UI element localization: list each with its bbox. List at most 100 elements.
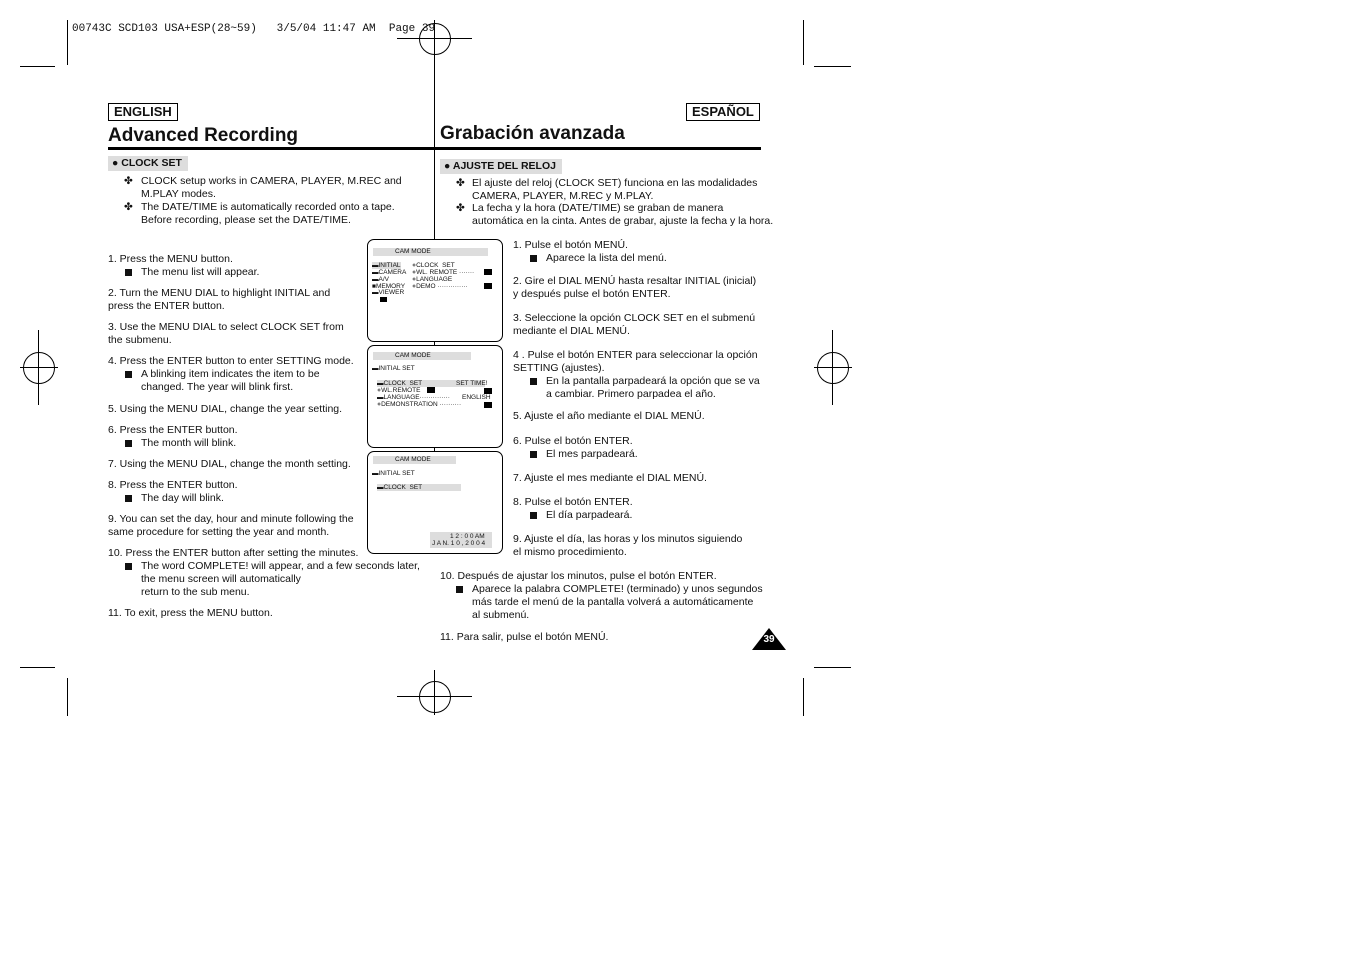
- demo-icon: [484, 283, 492, 289]
- step-1: 1. Press the MENU button.: [108, 253, 233, 265]
- screen-clock-set: CAM MODE ▬INITIAL SET ▬CLOCK SET 1 2 : 0…: [367, 451, 503, 554]
- step-11: 11. To exit, press the MENU button.: [108, 607, 273, 619]
- crop-mark: [814, 667, 851, 668]
- screen-initial-set: CAM MODE ▬INITIAL SET ▬CLOCK SET SET TIM…: [367, 345, 503, 448]
- english-note-2-text: The DATE/TIME is automatically recorded …: [141, 201, 395, 226]
- screen-cam-mode-menu: CAM MODE ▬INITIAL ▬CAMERA ▬A/V ■MEMORY ▬…: [367, 239, 503, 342]
- step-note-text: A blinking item indicates the item to be…: [141, 368, 320, 393]
- step-11: 11. Para salir, pulse el botón MENÚ.: [440, 631, 609, 643]
- menu-wl-remote: ⋄WL. REMOTE ·······: [412, 269, 475, 276]
- tape-icon: [380, 297, 387, 302]
- step-3: 3. Seleccione la opción CLOCK SET en el …: [513, 312, 756, 337]
- step-6-note: The month will blink.: [125, 437, 237, 450]
- wl-remote-state-icon: [484, 388, 492, 394]
- english-note-1: ✤: [124, 175, 133, 187]
- registration-mark: [23, 352, 55, 384]
- spanish-section-heading: ● AJUSTE DEL RELOJ: [440, 159, 562, 174]
- menu-language: ⋄LANGUAGE: [412, 276, 453, 283]
- clock-set-value: SET TIME!: [456, 380, 488, 387]
- step-7: 7. Ajuste el mes mediante el DIAL MENÚ.: [513, 472, 707, 484]
- english-note-2: ✤: [124, 201, 133, 213]
- spanish-note-2: ✤: [456, 202, 465, 214]
- step-10-note: The word COMPLETE! will appear, and a fe…: [125, 560, 420, 599]
- step-1-note: Aparece la lista del menú.: [530, 252, 667, 265]
- step-5: 5. Ajuste el año mediante el DIAL MENÚ.: [513, 410, 705, 422]
- time-display: 1 2 : 0 0 AM: [450, 533, 485, 540]
- step-4: 4 . Pulse el botón ENTER para selecciona…: [513, 349, 758, 374]
- menu-clock-set: ⋄CLOCK SET: [412, 262, 455, 269]
- manual-page: 00743C SCD103 USA+ESP(28~59) 3/5/04 11:4…: [0, 0, 1351, 954]
- step-note-text: The day will blink.: [141, 492, 224, 504]
- wl-remote-icon: [427, 387, 435, 393]
- language-row: ▬LANGUAGE··············: [377, 394, 450, 401]
- step-5: 5. Using the MENU DIAL, change the year …: [108, 403, 343, 415]
- step-2: 2. Gire el DIAL MENÚ hasta resaltar INIT…: [513, 275, 757, 300]
- bullet-square-icon: [125, 563, 132, 570]
- bullet-square-icon: [530, 378, 537, 385]
- step-9: 9. Ajuste el día, las horas y los minuto…: [513, 533, 743, 558]
- step-note-text: The word COMPLETE! will appear, and a fe…: [141, 560, 420, 598]
- demo-state-icon: [484, 402, 492, 408]
- crop-mark: [67, 20, 68, 65]
- registration-mark: [419, 23, 451, 55]
- print-slug: 00743C SCD103 USA+ESP(28~59) 3/5/04 11:4…: [72, 23, 436, 35]
- bullet-square-icon: [125, 440, 132, 447]
- step-8-note: El día parpadeará.: [530, 509, 632, 522]
- step-7: 7. Using the MENU DIAL, change the month…: [108, 458, 351, 470]
- crop-mark: [67, 678, 68, 716]
- page-number: 39: [763, 634, 775, 645]
- center-line: [434, 20, 435, 255]
- step-note-text: The menu list will appear.: [141, 266, 260, 278]
- spanish-note-1: ✤: [456, 177, 465, 189]
- date-display: J A N. 1 0 , 2 0 0 4: [432, 540, 486, 547]
- registration-mark: [419, 681, 451, 713]
- english-label: ENGLISH: [108, 103, 178, 121]
- step-8: 8. Pulse el botón ENTER.: [513, 496, 633, 508]
- wl-remote-icon: [484, 269, 492, 275]
- menu-av: ▬A/V: [372, 276, 389, 283]
- bullet-square-icon: [456, 586, 463, 593]
- step-8: 8. Press the ENTER button.: [108, 479, 238, 491]
- spanish-label: ESPAÑOL: [686, 103, 760, 121]
- language-value: ENGLISH: [462, 394, 491, 401]
- clock-set-row: ▬CLOCK SET: [377, 484, 461, 491]
- spanish-title: Grabación avanzada: [440, 123, 625, 144]
- step-2: 2. Turn the MENU DIAL to highlight INITI…: [108, 287, 331, 312]
- step-4-note: A blinking item indicates the item to be…: [125, 368, 320, 394]
- step-6: 6. Pulse el botón ENTER.: [513, 435, 633, 447]
- step-3: 3. Use the MENU DIAL to select CLOCK SET…: [108, 321, 344, 346]
- screen-header: CAM MODE: [373, 352, 471, 360]
- bullet-square-icon: [125, 371, 132, 378]
- wl-remote-row: ⋄WL.REMOTE: [377, 387, 421, 394]
- bullet-square-icon: [530, 451, 537, 458]
- english-note-1-text: CLOCK setup works in CAMERA, PLAYER, M.R…: [141, 175, 402, 200]
- step-4-note: En la pantalla parpadeará la opción que …: [530, 375, 760, 401]
- demonstration-row: ⋄DEMONSTRATION ··········: [377, 401, 462, 408]
- screen-header: CAM MODE: [373, 248, 488, 256]
- screen-header: CAM MODE: [373, 456, 456, 464]
- bullet-square-icon: [530, 255, 537, 262]
- bullet-square-icon: [530, 512, 537, 519]
- step-note-text: Aparece la lista del menú.: [546, 252, 667, 264]
- english-section-heading: ● CLOCK SET: [108, 156, 188, 171]
- step-note-text: Aparece la palabra COMPLETE! (terminado)…: [472, 583, 763, 621]
- bullet-square-icon: [125, 269, 132, 276]
- initial-set-label: ▬INITIAL SET: [372, 470, 415, 477]
- step-10: 10. Después de ajustar los minutos, puls…: [440, 570, 717, 582]
- step-note-text: The month will blink.: [141, 437, 237, 449]
- english-title: Advanced Recording: [108, 125, 299, 146]
- step-note-text: El mes parpadeará.: [546, 448, 638, 460]
- crop-mark: [20, 667, 55, 668]
- step-1: 1. Pulse el botón MENÚ.: [513, 239, 628, 251]
- step-10-note: Aparece la palabra COMPLETE! (terminado)…: [456, 583, 763, 622]
- spanish-note-1-text: El ajuste del reloj (CLOCK SET) funciona…: [472, 177, 758, 202]
- step-9: 9. You can set the day, hour and minute …: [108, 513, 354, 538]
- step-note-text: En la pantalla parpadeará la opción que …: [546, 375, 760, 400]
- initial-set-label: ▬INITIAL SET: [372, 365, 415, 372]
- crop-mark: [803, 678, 804, 716]
- step-1-note: The menu list will appear.: [125, 266, 260, 279]
- step-6-note: El mes parpadeará.: [530, 448, 638, 461]
- registration-mark: [817, 352, 849, 384]
- step-6: 6. Press the ENTER button.: [108, 424, 238, 436]
- crop-mark: [814, 66, 851, 67]
